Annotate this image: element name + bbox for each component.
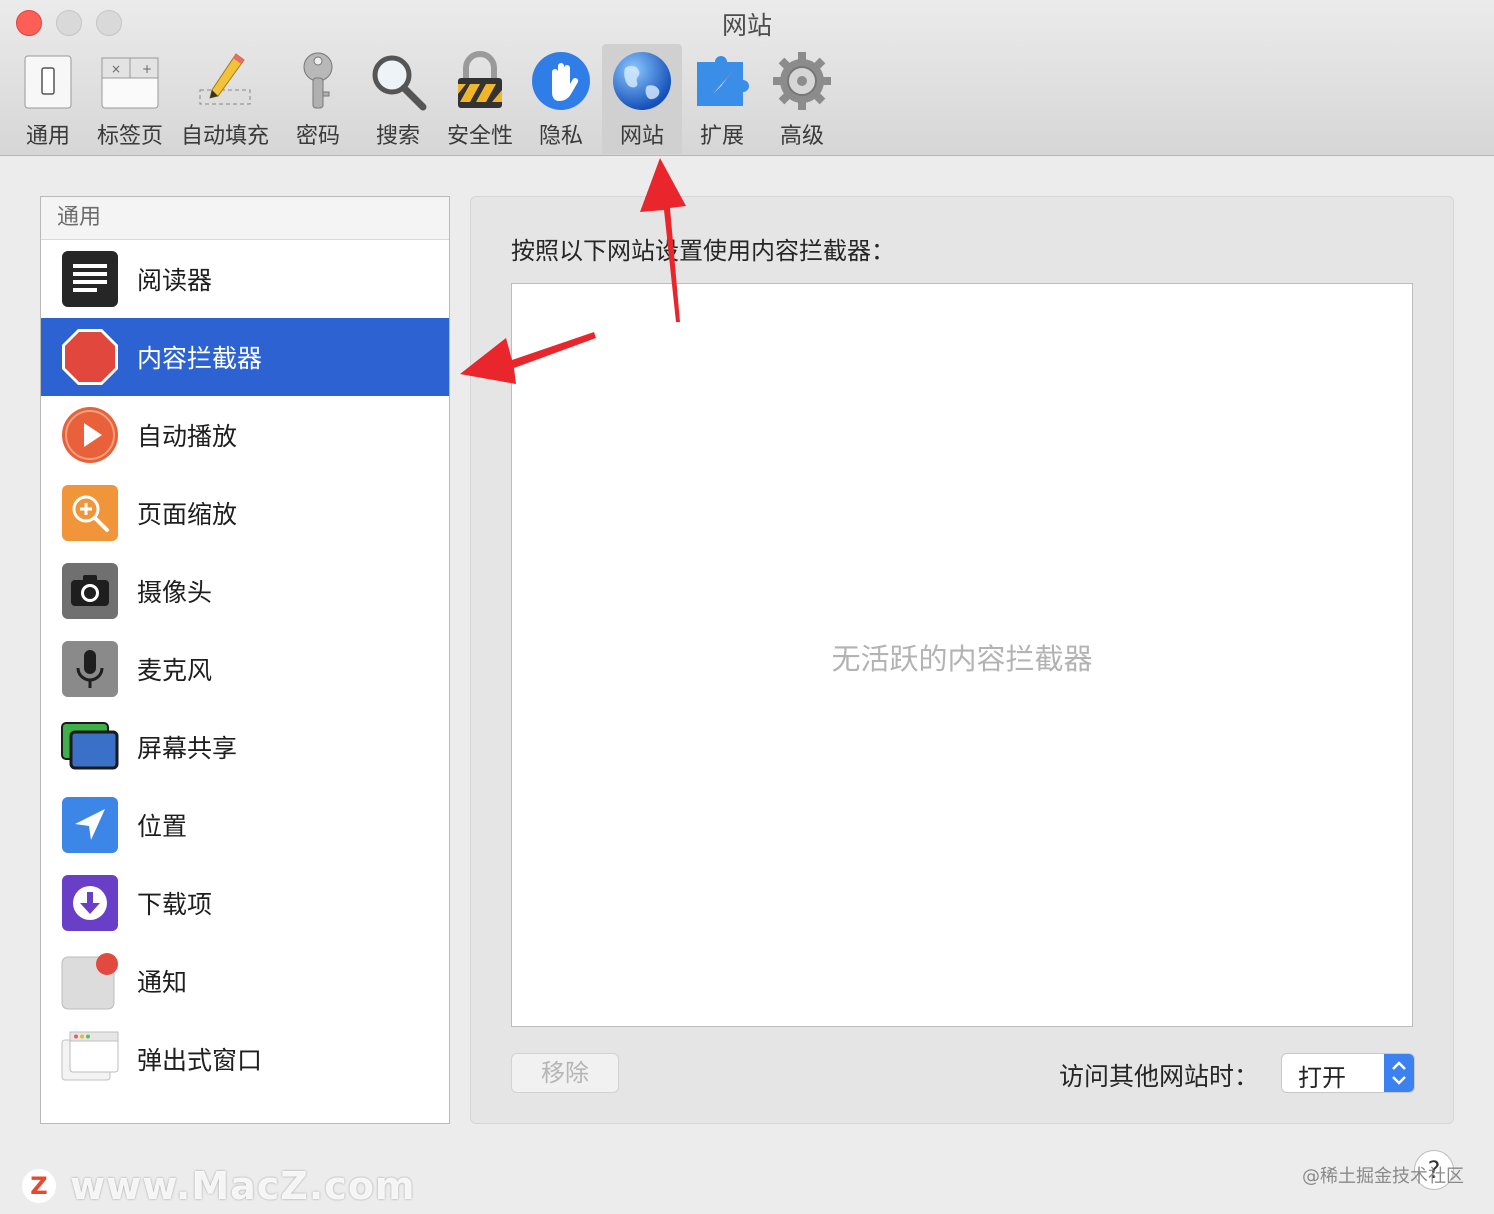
tab-privacy[interactable]: 隐私 — [526, 44, 596, 154]
macz-logo: Z — [22, 1169, 56, 1203]
watermark-macz: Z www.MacZ.com — [22, 1164, 416, 1208]
sidebar-item-notifications[interactable]: 通知 — [41, 942, 449, 1020]
window-title: 网站 — [721, 11, 772, 40]
tab-advanced[interactable]: 高级 — [766, 44, 838, 154]
screen-share-icon — [61, 722, 119, 770]
tab-security[interactable]: 安全性 — [442, 44, 518, 154]
settings-sidebar: 通用 阅读器 内容拦截器 自动播放 页面缩放 摄像头 麦克风 屏幕共享 位置 下… — [40, 196, 450, 1124]
tab-general[interactable]: 通用 — [12, 44, 84, 154]
download-icon — [62, 875, 118, 931]
sidebar-item-page-zoom[interactable]: 页面缩放 — [41, 474, 449, 552]
magnifier-icon — [372, 55, 427, 111]
website-list[interactable]: 无活跃的内容拦截器 — [511, 283, 1413, 1027]
zoom-icon — [62, 485, 118, 541]
other-sites-label: 访问其他网站时： — [1059, 1062, 1260, 1091]
tab-autofill[interactable]: 自动填充 — [178, 44, 272, 154]
tabs-icon: × + — [101, 57, 159, 109]
play-icon — [62, 407, 118, 463]
stepper-arrows — [1384, 1054, 1414, 1092]
sidebar-header: 通用 — [41, 197, 449, 240]
remove-button[interactable]: 移除 — [511, 1053, 619, 1093]
sidebar-item-reader[interactable]: 阅读器 — [41, 240, 449, 318]
sidebar-item-autoplay[interactable]: 自动播放 — [41, 396, 449, 474]
sidebar-item-downloads[interactable]: 下载项 — [41, 864, 449, 942]
sidebar-item-microphone[interactable]: 麦克风 — [41, 630, 449, 708]
reader-icon — [62, 251, 118, 307]
tab-websites[interactable]: 网站 — [602, 44, 682, 154]
sidebar-item-screen-sharing[interactable]: 屏幕共享 — [41, 708, 449, 786]
other-sites-value: 打开 — [1298, 1064, 1346, 1092]
sidebar-item-content-blockers[interactable]: 内容拦截器 — [41, 318, 449, 396]
location-icon — [62, 797, 118, 853]
svg-text:×: × — [111, 62, 121, 76]
content-blockers-panel: 按照以下网站设置使用内容拦截器： 无活跃的内容拦截器 移除 访问其他网站时： 打… — [470, 196, 1454, 1124]
panel-caption: 按照以下网站设置使用内容拦截器： — [511, 237, 895, 265]
watermark-juejin: @稀土掘金技术社区 — [1302, 1166, 1464, 1187]
popup-window-icon — [61, 1031, 119, 1081]
globe-icon — [613, 52, 671, 110]
sidebar-item-camera[interactable]: 摄像头 — [41, 552, 449, 630]
svg-text:+: + — [142, 62, 152, 76]
key-icon — [303, 52, 333, 109]
extension-compass-icon — [697, 56, 749, 106]
gear-icon — [773, 52, 831, 110]
other-sites-select[interactable]: 打开 — [1281, 1053, 1415, 1093]
tab-passwords[interactable]: 密码 — [284, 44, 352, 154]
tab-tabs[interactable]: × + 标签页 — [92, 44, 168, 154]
sidebar-item-location[interactable]: 位置 — [41, 786, 449, 864]
sidebar-item-popup-windows[interactable]: 弹出式窗口 — [41, 1020, 449, 1098]
chevron-up-down-icon — [1392, 1061, 1406, 1085]
tab-search[interactable]: 搜索 — [362, 44, 434, 154]
watermark-text: www.MacZ.com — [70, 1164, 416, 1208]
general-icon — [24, 55, 72, 109]
hand-icon — [532, 52, 590, 110]
autofill-pencil-icon — [199, 53, 251, 105]
microphone-icon — [62, 641, 118, 697]
empty-state-text: 无活跃的内容拦截器 — [831, 642, 1093, 676]
tab-extensions[interactable]: 扩展 — [686, 44, 758, 154]
camera-icon — [62, 563, 118, 619]
notification-icon — [61, 953, 118, 1010]
stop-sign-icon — [62, 329, 118, 385]
padlock-icon — [458, 51, 502, 108]
toolbar: 网站 通用 × + 标签页 自动填充 密码 搜索 安全性 隐私 网站 扩展 高级 — [0, 0, 1494, 156]
